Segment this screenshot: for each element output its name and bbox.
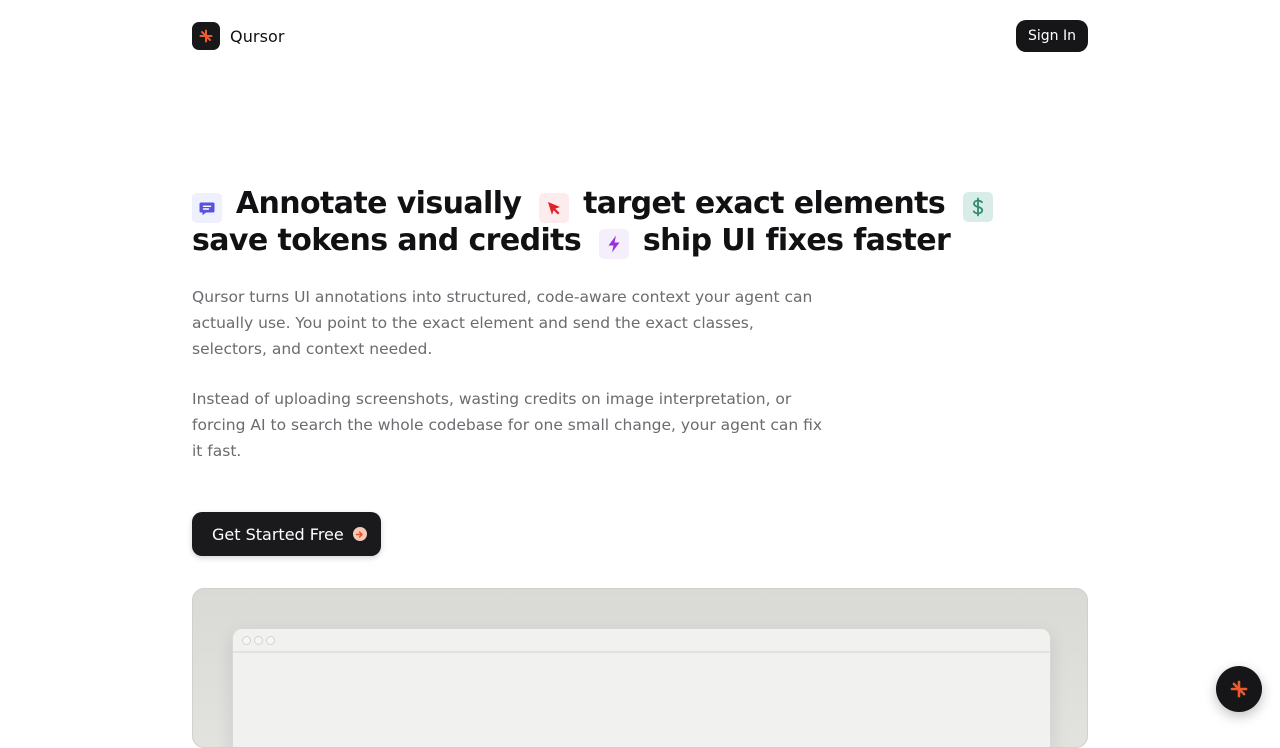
headline-part-target: target exact elements xyxy=(583,186,946,221)
cursor-arrow-icon xyxy=(539,193,570,223)
headline-part-ship: ship UI fixes faster xyxy=(642,223,951,258)
headline-part-annotate: Annotate visually xyxy=(235,186,522,221)
window-dot-icon xyxy=(242,635,251,645)
hero-description-primary: Qursor turns UI annotations into structu… xyxy=(192,288,813,358)
brand-link[interactable]: Qursor xyxy=(192,22,285,50)
browser-window-mockup xyxy=(232,628,1051,747)
lightning-bolt-icon xyxy=(599,229,630,259)
hero-description-secondary: Instead of uploading screenshots, wastin… xyxy=(192,390,823,460)
dollar-icon xyxy=(962,192,993,222)
product-preview xyxy=(192,588,1088,748)
asterisk-logo-icon xyxy=(192,22,220,50)
sign-in-button[interactable]: Sign In xyxy=(1016,20,1088,52)
arrow-right-circle-icon xyxy=(352,527,367,541)
get-started-button[interactable]: Get Started Free xyxy=(192,512,381,556)
brand-name: Qursor xyxy=(230,26,285,46)
top-nav: Qursor Sign In xyxy=(192,20,1088,52)
get-started-label: Get Started Free xyxy=(212,524,344,544)
floating-qursor-button[interactable] xyxy=(1216,666,1262,712)
hero-headline: Annotate visually target exact elements … xyxy=(192,186,1072,259)
window-dot-icon xyxy=(266,635,275,645)
asterisk-logo-icon xyxy=(1230,680,1248,698)
chat-bubble-icon xyxy=(192,193,222,223)
headline-part-save: save tokens and credits xyxy=(192,223,582,258)
browser-toolbar xyxy=(233,629,1050,653)
window-dot-icon xyxy=(254,635,263,645)
